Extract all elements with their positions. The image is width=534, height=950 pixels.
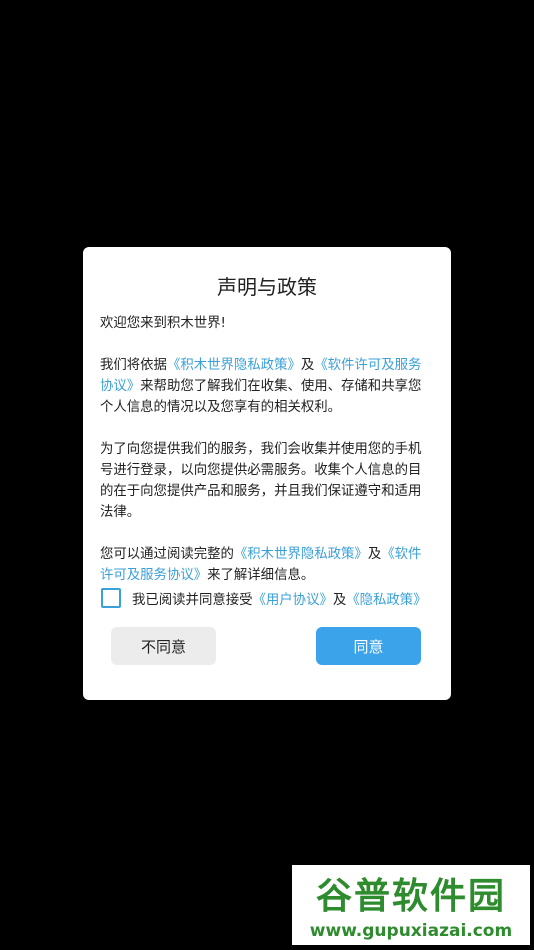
watermark: 谷普软件园 www.gupuxiazai.com xyxy=(292,865,530,945)
para3-prefix: 您可以通过阅读完整的 xyxy=(100,547,234,562)
user-agreement-link[interactable]: 《用户协议》 xyxy=(253,593,333,608)
privacy-policy-link[interactable]: 《积木世界隐私政策》 xyxy=(167,358,301,373)
disagree-button[interactable]: 不同意 xyxy=(111,627,216,665)
consent-mid: 及 xyxy=(332,593,347,608)
dialog-title: 声明与政策 xyxy=(217,275,317,299)
policy-paragraph-3: 您可以通过阅读完整的《积木世界隐私政策》及《软件许可及服务协议》来了解详细信息。 xyxy=(100,544,434,586)
screen: 声明与政策 欢迎您来到积木世界! 我们将依据《积木世界隐私政策》及《软件许可及服… xyxy=(0,0,534,950)
para1-prefix: 我们将依据 xyxy=(100,358,167,373)
welcome-text: 欢迎您来到积木世界! xyxy=(100,316,226,331)
para1-suffix: 来帮助您了解我们在收集、使用、存储和共享您个人信息的情况以及您享有的相关权利。 xyxy=(100,379,422,415)
watermark-logo: 谷普软件园 xyxy=(315,876,506,917)
policy-dialog: 声明与政策 欢迎您来到积木世界! 我们将依据《积木世界隐私政策》及《软件许可及服… xyxy=(83,247,451,700)
consent-row: 我已阅读并同意接受《用户协议》及《隐私政策》 xyxy=(101,587,441,609)
policy-paragraph-2: 为了向您提供我们的服务，我们会收集并使用您的手机号进行登录，以向您提供必需服务。… xyxy=(100,442,422,520)
consent-prefix: 我已阅读并同意接受 xyxy=(132,593,253,608)
privacy-link[interactable]: 《隐私政策》 xyxy=(346,593,426,608)
para3-mid: 及 xyxy=(367,547,382,562)
watermark-url: www.gupuxiazai.com xyxy=(309,921,513,941)
dialog-content: 欢迎您来到积木世界! 我们将依据《积木世界隐私政策》及《软件许可及服务协议》来帮… xyxy=(100,313,434,586)
para3-suffix: 来了解详细信息。 xyxy=(207,568,315,583)
full-privacy-policy-link[interactable]: 《积木世界隐私政策》 xyxy=(234,547,368,562)
policy-paragraph-1: 我们将依据《积木世界隐私政策》及《软件许可及服务协议》来帮助您了解我们在收集、使… xyxy=(100,355,434,418)
para1-mid: 及 xyxy=(300,358,315,373)
consent-checkbox[interactable] xyxy=(101,588,121,608)
consent-text: 我已阅读并同意接受《用户协议》及《隐私政策》 xyxy=(132,588,427,608)
agree-button[interactable]: 同意 xyxy=(316,627,421,665)
